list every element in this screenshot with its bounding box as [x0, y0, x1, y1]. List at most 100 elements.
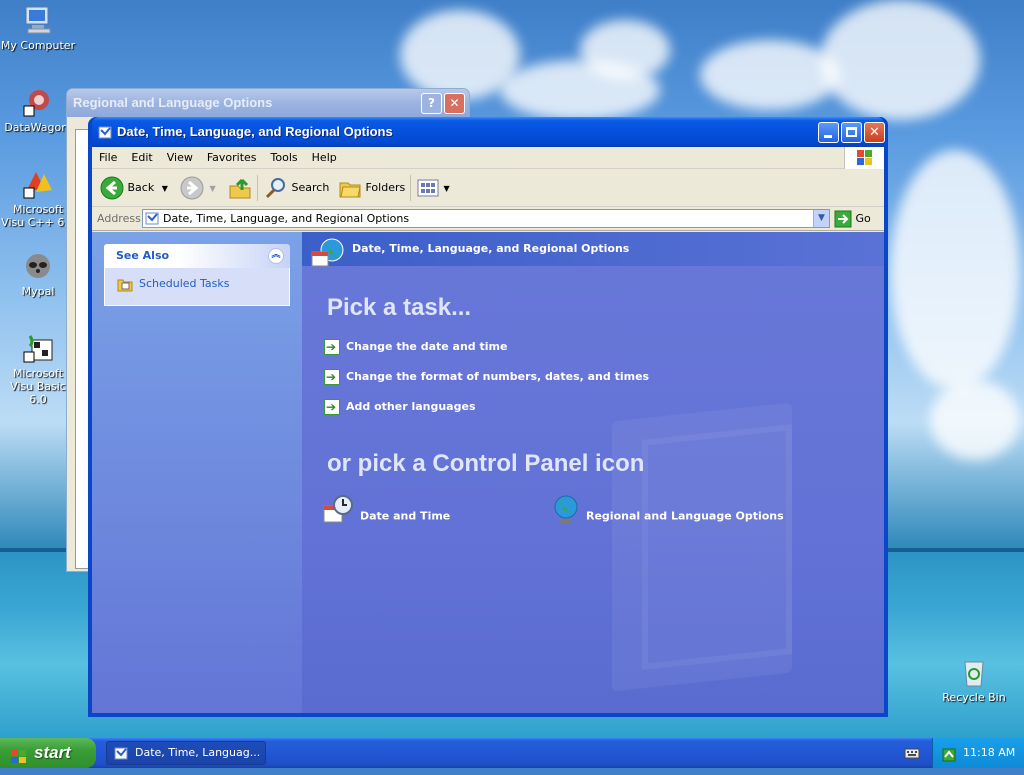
desktop-icon-label: Mypal	[21, 285, 55, 298]
folders-icon	[339, 182, 361, 198]
chevron-down-icon[interactable]: ▼	[813, 210, 829, 227]
back-arrow-icon	[100, 176, 124, 200]
desktop-icon-label: Recycle Bin	[942, 691, 1006, 704]
date-time-cp-icon[interactable]: Date and Time	[322, 494, 450, 539]
window-icon	[98, 125, 112, 139]
see-also-header[interactable]: See Also ︽	[104, 244, 290, 268]
category-icon	[310, 236, 346, 271]
desktop-icon-label: My Computer	[0, 39, 76, 52]
chevron-down-icon[interactable]: ▼	[444, 184, 450, 193]
control-panel-page-icon	[145, 211, 160, 229]
back-window-titlebar[interactable]: Regional and Language Options ? ✕	[67, 89, 469, 117]
control-panel-window[interactable]: Date, Time, Language, and Regional Optio…	[88, 117, 888, 717]
taskbar-window-button[interactable]: Date, Time, Languag...	[106, 741, 266, 765]
green-arrow-icon	[324, 398, 340, 416]
task-label: Add other languages	[346, 400, 476, 413]
regional-language-cp-icon[interactable]: Regional and Language Options	[552, 494, 784, 539]
taskbar: start Date, Time, Languag... 11:18 AM	[0, 738, 1024, 768]
menu-file[interactable]: File	[92, 147, 124, 169]
see-also-panel: See Also ︽ Scheduled Tasks	[104, 244, 290, 306]
pick-icon-heading: or pick a Control Panel icon	[327, 450, 645, 477]
menu-favorites[interactable]: Favorites	[200, 147, 264, 169]
datawagon-icon	[22, 86, 54, 118]
scheduled-tasks-icon	[117, 276, 133, 295]
menu-bar: File Edit View Favorites Tools Help	[92, 147, 884, 169]
see-also-body: Scheduled Tasks	[104, 268, 290, 306]
forward-button[interactable]: ▼	[180, 175, 216, 201]
menu-tools[interactable]: Tools	[264, 147, 305, 169]
folders-label: Folders	[365, 181, 406, 194]
visual-cpp-icon	[22, 168, 54, 200]
chevron-down-icon[interactable]: ▼	[210, 184, 216, 193]
views-icon	[417, 179, 439, 197]
scheduled-tasks-link[interactable]: Scheduled Tasks	[139, 277, 230, 290]
address-bar: Address Date, Time, Language, and Region…	[92, 207, 884, 231]
see-also-title: See Also	[116, 249, 170, 262]
category-header: Date, Time, Language, and Regional Optio…	[302, 232, 884, 267]
taskbar-window-label: Date, Time, Languag...	[135, 746, 261, 759]
back-label: Back	[127, 181, 155, 194]
go-label: Go	[855, 212, 871, 225]
computer-icon	[22, 4, 54, 36]
views-button[interactable]: ▼	[416, 175, 450, 201]
desktop-icon-visual-cpp[interactable]: Microsoft Visu C++ 6.0	[0, 168, 76, 229]
task-add-languages[interactable]: Add other languages	[324, 398, 476, 416]
address-input[interactable]: Date, Time, Language, and Regional Optio…	[142, 209, 830, 228]
control-panel-page-icon	[114, 746, 128, 768]
recycle-bin-icon	[958, 656, 990, 688]
address-label: Address	[97, 212, 141, 225]
menu-edit[interactable]: Edit	[124, 147, 159, 169]
windows-logo-icon	[844, 147, 884, 169]
pick-task-heading: Pick a task...	[327, 294, 472, 321]
green-arrow-icon	[324, 338, 340, 356]
back-window-title: Regional and Language Options	[73, 95, 273, 110]
network-icon[interactable]	[941, 745, 957, 775]
desktop-icon-mypal[interactable]: Mypal	[0, 250, 76, 298]
help-button[interactable]: ?	[421, 93, 442, 114]
raccoon-icon	[22, 250, 54, 282]
menu-view[interactable]: View	[160, 147, 200, 169]
back-button[interactable]: Back ▼	[100, 175, 168, 201]
menu-help[interactable]: Help	[305, 147, 344, 169]
folders-button[interactable]: Folders	[338, 175, 405, 201]
go-arrow-icon	[834, 210, 852, 228]
category-title: Date, Time, Language, and Regional Optio…	[352, 242, 630, 255]
desktop-icon-visual-basic[interactable]: Microsoft Visu Basic 6.0	[0, 332, 76, 406]
up-folder-icon	[229, 178, 251, 199]
visual-basic-icon	[22, 332, 54, 364]
desktop-icon-label: DataWagon.	[4, 121, 72, 134]
minimize-button[interactable]	[818, 122, 839, 143]
forward-arrow-icon	[180, 176, 204, 200]
collapse-chevron-icon[interactable]: ︽	[268, 248, 284, 264]
window-titlebar[interactable]: Date, Time, Language, and Regional Optio…	[92, 117, 885, 147]
clock[interactable]: 11:18 AM	[963, 738, 1015, 768]
close-button[interactable]: ✕	[444, 93, 465, 114]
address-value: Date, Time, Language, and Regional Optio…	[163, 212, 410, 225]
task-change-date-time[interactable]: Change the date and time	[324, 338, 507, 356]
system-tray: 11:18 AM	[932, 738, 1024, 768]
windows-logo-icon	[10, 745, 28, 775]
task-label: Change the format of numbers, dates, and…	[346, 370, 650, 383]
go-button[interactable]: Go	[834, 210, 871, 228]
window-title: Date, Time, Language, and Regional Optio…	[117, 124, 393, 139]
search-button[interactable]: Search	[264, 175, 329, 201]
desktop-icon-label: Microsoft Visu C++ 6.0	[1, 203, 75, 229]
task-change-number-format[interactable]: Change the format of numbers, dates, and…	[324, 368, 649, 386]
cp-icon-label: Regional and Language Options	[586, 509, 784, 523]
task-pane: See Also ︽ Scheduled Tasks	[92, 232, 302, 713]
desktop-icon-label: Microsoft Visu Basic 6.0	[10, 367, 66, 406]
globe-icon	[552, 494, 580, 539]
maximize-button[interactable]	[841, 122, 862, 143]
chevron-down-icon[interactable]: ▼	[162, 184, 168, 193]
desktop-icon-recycle-bin[interactable]: Recycle Bin	[936, 656, 1012, 704]
keyboard-icon[interactable]	[904, 746, 920, 763]
main-pane: Date, Time, Language, and Regional Optio…	[302, 232, 884, 713]
desktop-icon-datawagon[interactable]: DataWagon.	[0, 86, 76, 134]
toolbar: Back ▼ ▼ Search Folders ▼	[92, 169, 884, 207]
up-folder-button[interactable]	[228, 175, 252, 201]
close-button[interactable]: ✕	[864, 122, 885, 143]
window-body: File Edit View Favorites Tools Help Back ▼ ▼ …	[92, 147, 884, 713]
start-button[interactable]: start	[0, 738, 96, 768]
search-icon	[265, 178, 285, 199]
desktop-icon-my-computer[interactable]: My Computer	[0, 4, 76, 52]
